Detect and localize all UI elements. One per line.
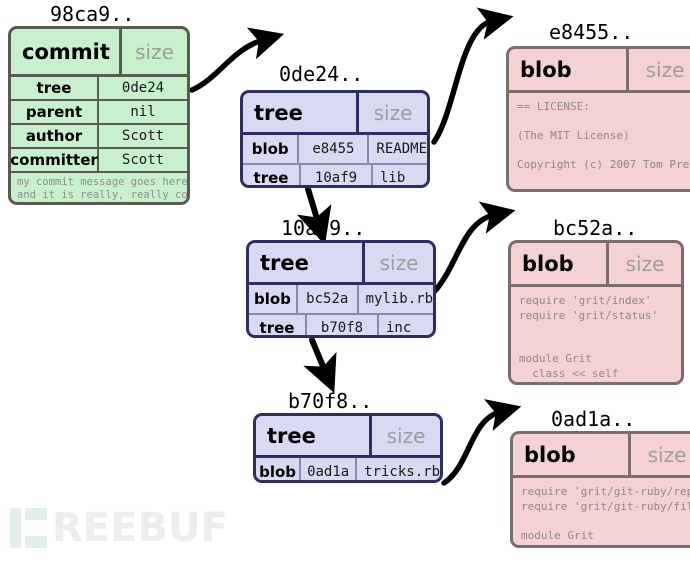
tree-entry-row[interactable]: tree 10af9 lib <box>243 163 427 186</box>
node-title-tree-b70f8: b70f8.. <box>288 389 373 413</box>
tree-entry-row[interactable]: blob bc52a mylib.rb <box>249 285 433 313</box>
tree-entry-kind: blob <box>249 285 298 313</box>
commit-field-row[interactable]: tree 0de24 <box>11 77 187 101</box>
tree-size-label: size <box>373 100 413 125</box>
tree-entry-hash: bc52a <box>298 285 359 313</box>
blob-node-e8455[interactable]: blob size == LICENSE: (The MIT License) … <box>506 46 690 192</box>
blob-node-bc52a[interactable]: blob size require 'grit/index' require '… <box>508 240 684 385</box>
freebuf-watermark: REEBUF <box>10 508 228 548</box>
commit-field-row[interactable]: author Scott <box>11 125 187 149</box>
tree-type-label: tree <box>256 416 372 455</box>
tree-entry-name: tricks.rb <box>364 464 440 480</box>
commit-header: commit size <box>11 29 187 77</box>
tree-header: tree size <box>256 416 440 458</box>
tree-entry-hash: e8455 <box>299 135 370 163</box>
tree-size-label: size <box>386 423 426 448</box>
tree-header: tree size <box>249 243 433 285</box>
tree-entry-hash: 0ad1a <box>301 458 358 480</box>
blob-content: require 'grit/git-ruby/reposi require 'g… <box>521 485 690 545</box>
commit-field-value: Scott <box>121 128 165 144</box>
node-title-blob-0ad1a: 0ad1a.. <box>551 407 636 431</box>
commit-node-98ca9[interactable]: commit size tree 0de24 parent nil author… <box>8 26 190 205</box>
arrow-tree-0de24-to-blob-e8455 <box>431 7 514 145</box>
blob-header: blob size <box>513 434 690 478</box>
tree-entry-kind: tree <box>243 165 301 185</box>
tree-entry-row[interactable]: blob e8455 README <box>243 135 427 163</box>
commit-field-label: committer <box>10 149 99 171</box>
blob-size-label: size <box>625 251 665 276</box>
blob-content: require 'grit/index' require 'grit/statu… <box>519 294 678 382</box>
tree-node-b70f8[interactable]: tree size blob 0ad1a tricks.rb <box>253 413 443 483</box>
commit-fields: tree 0de24 parent nil author Scott commi… <box>11 77 187 173</box>
blob-header: blob size <box>509 49 690 93</box>
tree-entry-kind: blob <box>243 135 300 163</box>
blob-type-label: blob <box>511 243 609 284</box>
tree-node-10af9[interactable]: tree size blob bc52a mylib.rb tree b70f8… <box>246 240 436 338</box>
tree-entry-name: README <box>376 141 427 157</box>
commit-field-value: nil <box>130 104 156 120</box>
freebuf-logo-bar <box>10 508 21 548</box>
node-title-tree-0de24: 0de24.. <box>279 62 364 86</box>
node-title-blob-bc52a: bc52a.. <box>553 216 638 240</box>
commit-field-value: Scott <box>121 152 165 168</box>
freebuf-logo-block <box>25 508 47 520</box>
tree-entry-hash: b70f8 <box>307 315 379 335</box>
tree-type-label: tree <box>249 243 365 282</box>
commit-field-label: tree <box>11 77 99 99</box>
commit-field-row[interactable]: parent nil <box>11 101 187 125</box>
tree-entry-name: inc <box>386 320 412 336</box>
tree-entry-row[interactable]: blob 0ad1a tricks.rb <box>256 458 440 480</box>
blob-size-label: size <box>647 442 687 467</box>
freebuf-watermark-text: REEBUF <box>52 505 228 551</box>
commit-type-label: commit <box>11 29 122 74</box>
commit-field-label: parent <box>11 101 99 123</box>
tree-entry-name: lib <box>380 170 406 186</box>
arrow-tree-b70f8-to-blob-0ad1a <box>441 399 522 486</box>
node-title-tree-10af9: 10af9.. <box>281 216 366 240</box>
commit-message: my commit message goes here and it is re… <box>17 176 188 201</box>
tree-entry-kind: tree <box>249 315 307 335</box>
node-title-blob-e8455: e8455.. <box>549 20 634 44</box>
tree-entry-hash: 10af9 <box>301 165 373 185</box>
tree-size-label: size <box>379 250 419 275</box>
blob-type-label: blob <box>509 49 629 90</box>
freebuf-logo-stack <box>25 508 47 548</box>
tree-entries: blob bc52a mylib.rb tree b70f8 inc <box>249 285 433 336</box>
blob-content: == LICENSE: (The MIT License) Copyright … <box>517 100 690 189</box>
commit-field-value: 0de24 <box>121 80 165 96</box>
arrow-commit-to-tree-0de24 <box>189 27 285 93</box>
git-object-model-diagram: 98ca9.. commit size tree 0de24 parent ni… <box>0 0 690 563</box>
arrow-tree-10af9-to-blob-bc52a <box>431 201 516 295</box>
blob-size-label: size <box>645 57 685 82</box>
tree-type-label: tree <box>243 93 359 132</box>
commit-size-label: size <box>135 39 174 64</box>
blob-type-label: blob <box>513 434 631 475</box>
commit-field-row[interactable]: committer Scott <box>11 149 187 173</box>
freebuf-logo-icon <box>10 508 47 548</box>
tree-entries: blob 0ad1a tricks.rb <box>256 458 440 480</box>
blob-node-0ad1a[interactable]: blob size require 'grit/git-ruby/reposi … <box>510 431 690 548</box>
blob-header: blob size <box>511 243 681 287</box>
tree-entry-kind: blob <box>256 458 302 480</box>
tree-entries: blob e8455 README tree 10af9 lib <box>243 135 427 186</box>
tree-header: tree size <box>243 93 427 135</box>
commit-field-label: author <box>11 125 99 147</box>
arrow-tree-10af9-to-tree-b70f8 <box>303 337 337 394</box>
freebuf-logo-block <box>25 536 47 548</box>
node-title-commit: 98ca9.. <box>50 2 135 26</box>
tree-entry-name: mylib.rb <box>365 291 433 307</box>
tree-entry-row[interactable]: tree b70f8 inc <box>249 313 433 336</box>
tree-node-0de24[interactable]: tree size blob e8455 README tree 10af9 l… <box>240 90 430 188</box>
